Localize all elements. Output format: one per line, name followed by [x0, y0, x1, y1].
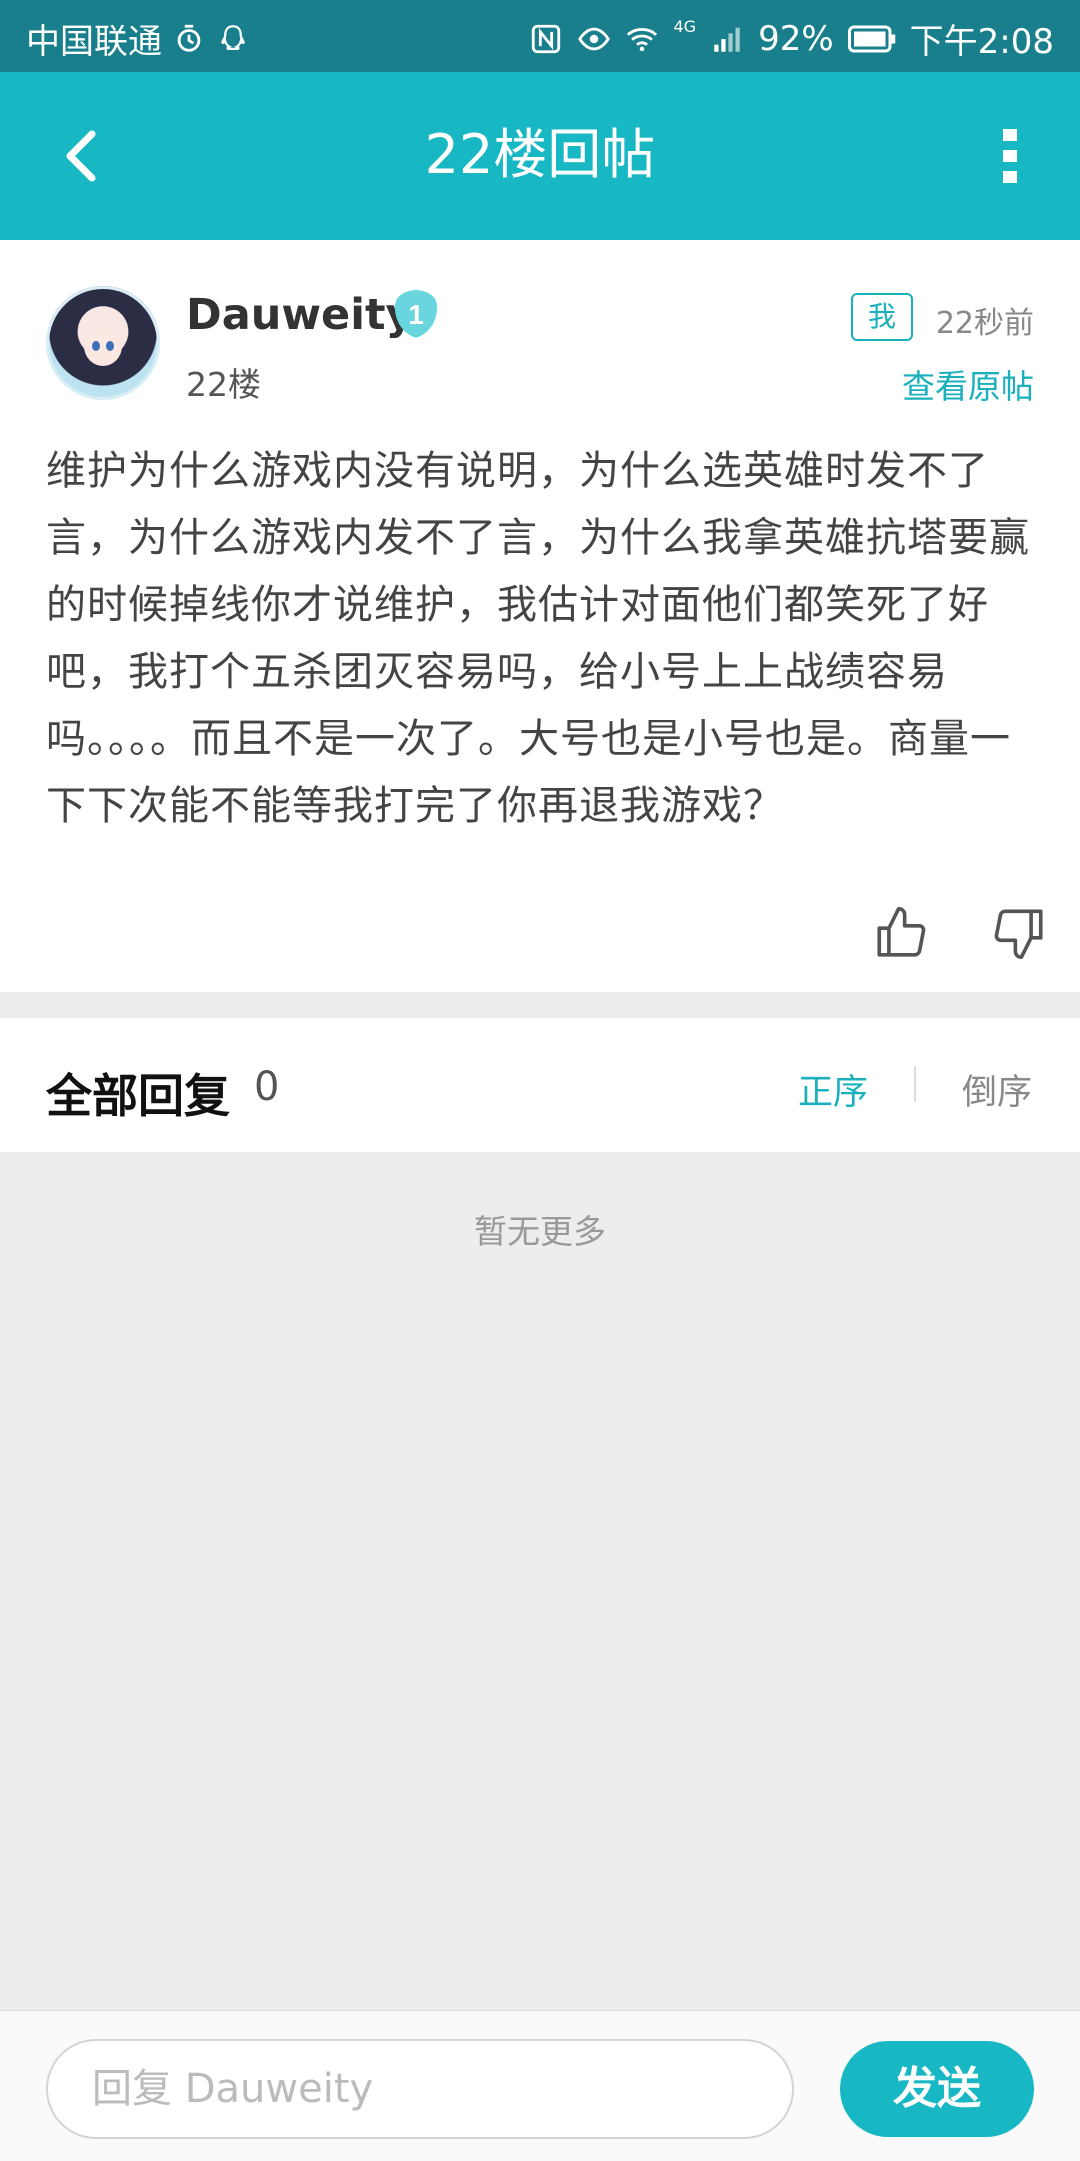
post-content: 维护为什么游戏内没有说明，为什么选英雄时发不了言，为什么游戏内发不了言，为什么我… — [46, 448, 1030, 829]
view-original-post-link[interactable]: 查看原帖 — [902, 360, 1034, 408]
send-button[interactable]: 发送 — [840, 2041, 1034, 2137]
signal-icon — [714, 27, 740, 52]
dislike-button[interactable] — [990, 904, 1048, 962]
replies-header: 全部回复 0 正序 倒序 — [0, 1018, 1080, 1152]
empty-state-text: 暂无更多 — [474, 1212, 606, 1251]
post-time: 22秒前 — [935, 306, 1034, 341]
thumbs-down-icon — [994, 909, 1043, 959]
sort-divider — [914, 1066, 916, 1102]
level-number: 1 — [408, 299, 424, 330]
avatar[interactable] — [46, 286, 160, 400]
page-title: 22楼回帖 — [424, 123, 656, 186]
reply-input[interactable]: 回复 Dauweity — [46, 2039, 794, 2139]
clock: 下午2:08 — [909, 22, 1054, 62]
me-badge: 我 — [851, 293, 913, 341]
qq-icon — [221, 24, 245, 50]
wifi-icon — [627, 27, 658, 51]
more-menu-button[interactable] — [968, 114, 1052, 198]
status-bar: 中国联通 4G 92% 下午2:08 — [0, 0, 1080, 72]
alarm-icon — [177, 24, 201, 52]
level-badge: 1 — [392, 288, 440, 340]
nfc-icon — [532, 24, 561, 53]
like-button[interactable] — [872, 904, 930, 962]
more-vertical-icon — [1003, 129, 1017, 183]
floor-number: 22楼 — [186, 365, 261, 404]
username[interactable]: Dauweity — [186, 290, 414, 340]
replies-title: 全部回复 — [46, 1069, 230, 1123]
reply-bar: 回复 Dauweity 发送 — [0, 2010, 1080, 2161]
replies-count: 0 — [254, 1064, 280, 1110]
level-shield-icon: 1 — [394, 290, 438, 338]
battery-percent: 92% — [758, 18, 834, 59]
battery-icon — [847, 25, 895, 52]
app-bar: 22楼回帖 — [0, 72, 1080, 240]
carrier-name: 中国联通 — [26, 22, 162, 62]
thumbs-up-icon — [877, 907, 926, 957]
post-card: Dauweity 1 22楼 我 22秒前 查看原帖 维护为什么游戏内没有说明，… — [0, 240, 1080, 992]
eye-icon — [578, 27, 611, 50]
sort-descending-button[interactable]: 倒序 — [962, 1064, 1032, 1115]
sort-ascending-button[interactable]: 正序 — [798, 1064, 868, 1115]
network-type: 4G — [673, 17, 697, 36]
